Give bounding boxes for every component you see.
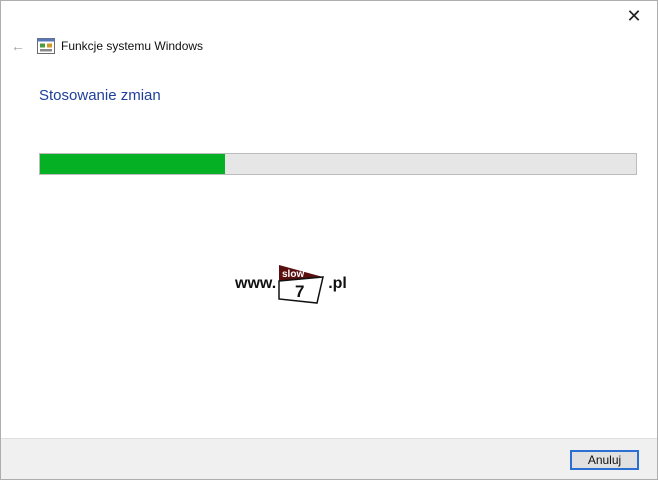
watermark-prefix: www.: [235, 275, 277, 292]
watermark-logo: slow 7: [278, 265, 325, 304]
watermark-suffix: .pl: [328, 275, 347, 292]
windows-features-icon: [37, 38, 55, 54]
progress-bar: [39, 153, 637, 175]
window-title: Funkcje systemu Windows: [61, 39, 204, 53]
back-button[interactable]: ←: [3, 38, 33, 54]
footer: Anuluj: [1, 438, 657, 479]
close-button[interactable]: ✕: [611, 1, 657, 31]
cancel-button[interactable]: Anuluj: [570, 450, 639, 470]
watermark: www. slow 7 .pl: [235, 263, 347, 305]
status-title: Stosowanie zmian: [39, 87, 161, 104]
watermark-logo-top: slow: [282, 269, 304, 280]
arrow-left-icon: ←: [11, 38, 25, 54]
dialog-window: ✕ ← Funkcje systemu Windows Stosowanie z…: [0, 0, 658, 480]
close-icon: ✕: [626, 5, 642, 26]
title-bar: ← Funkcje systemu Windows: [1, 35, 657, 57]
progress-fill: [40, 154, 225, 174]
watermark-logo-bottom: 7: [295, 282, 304, 301]
